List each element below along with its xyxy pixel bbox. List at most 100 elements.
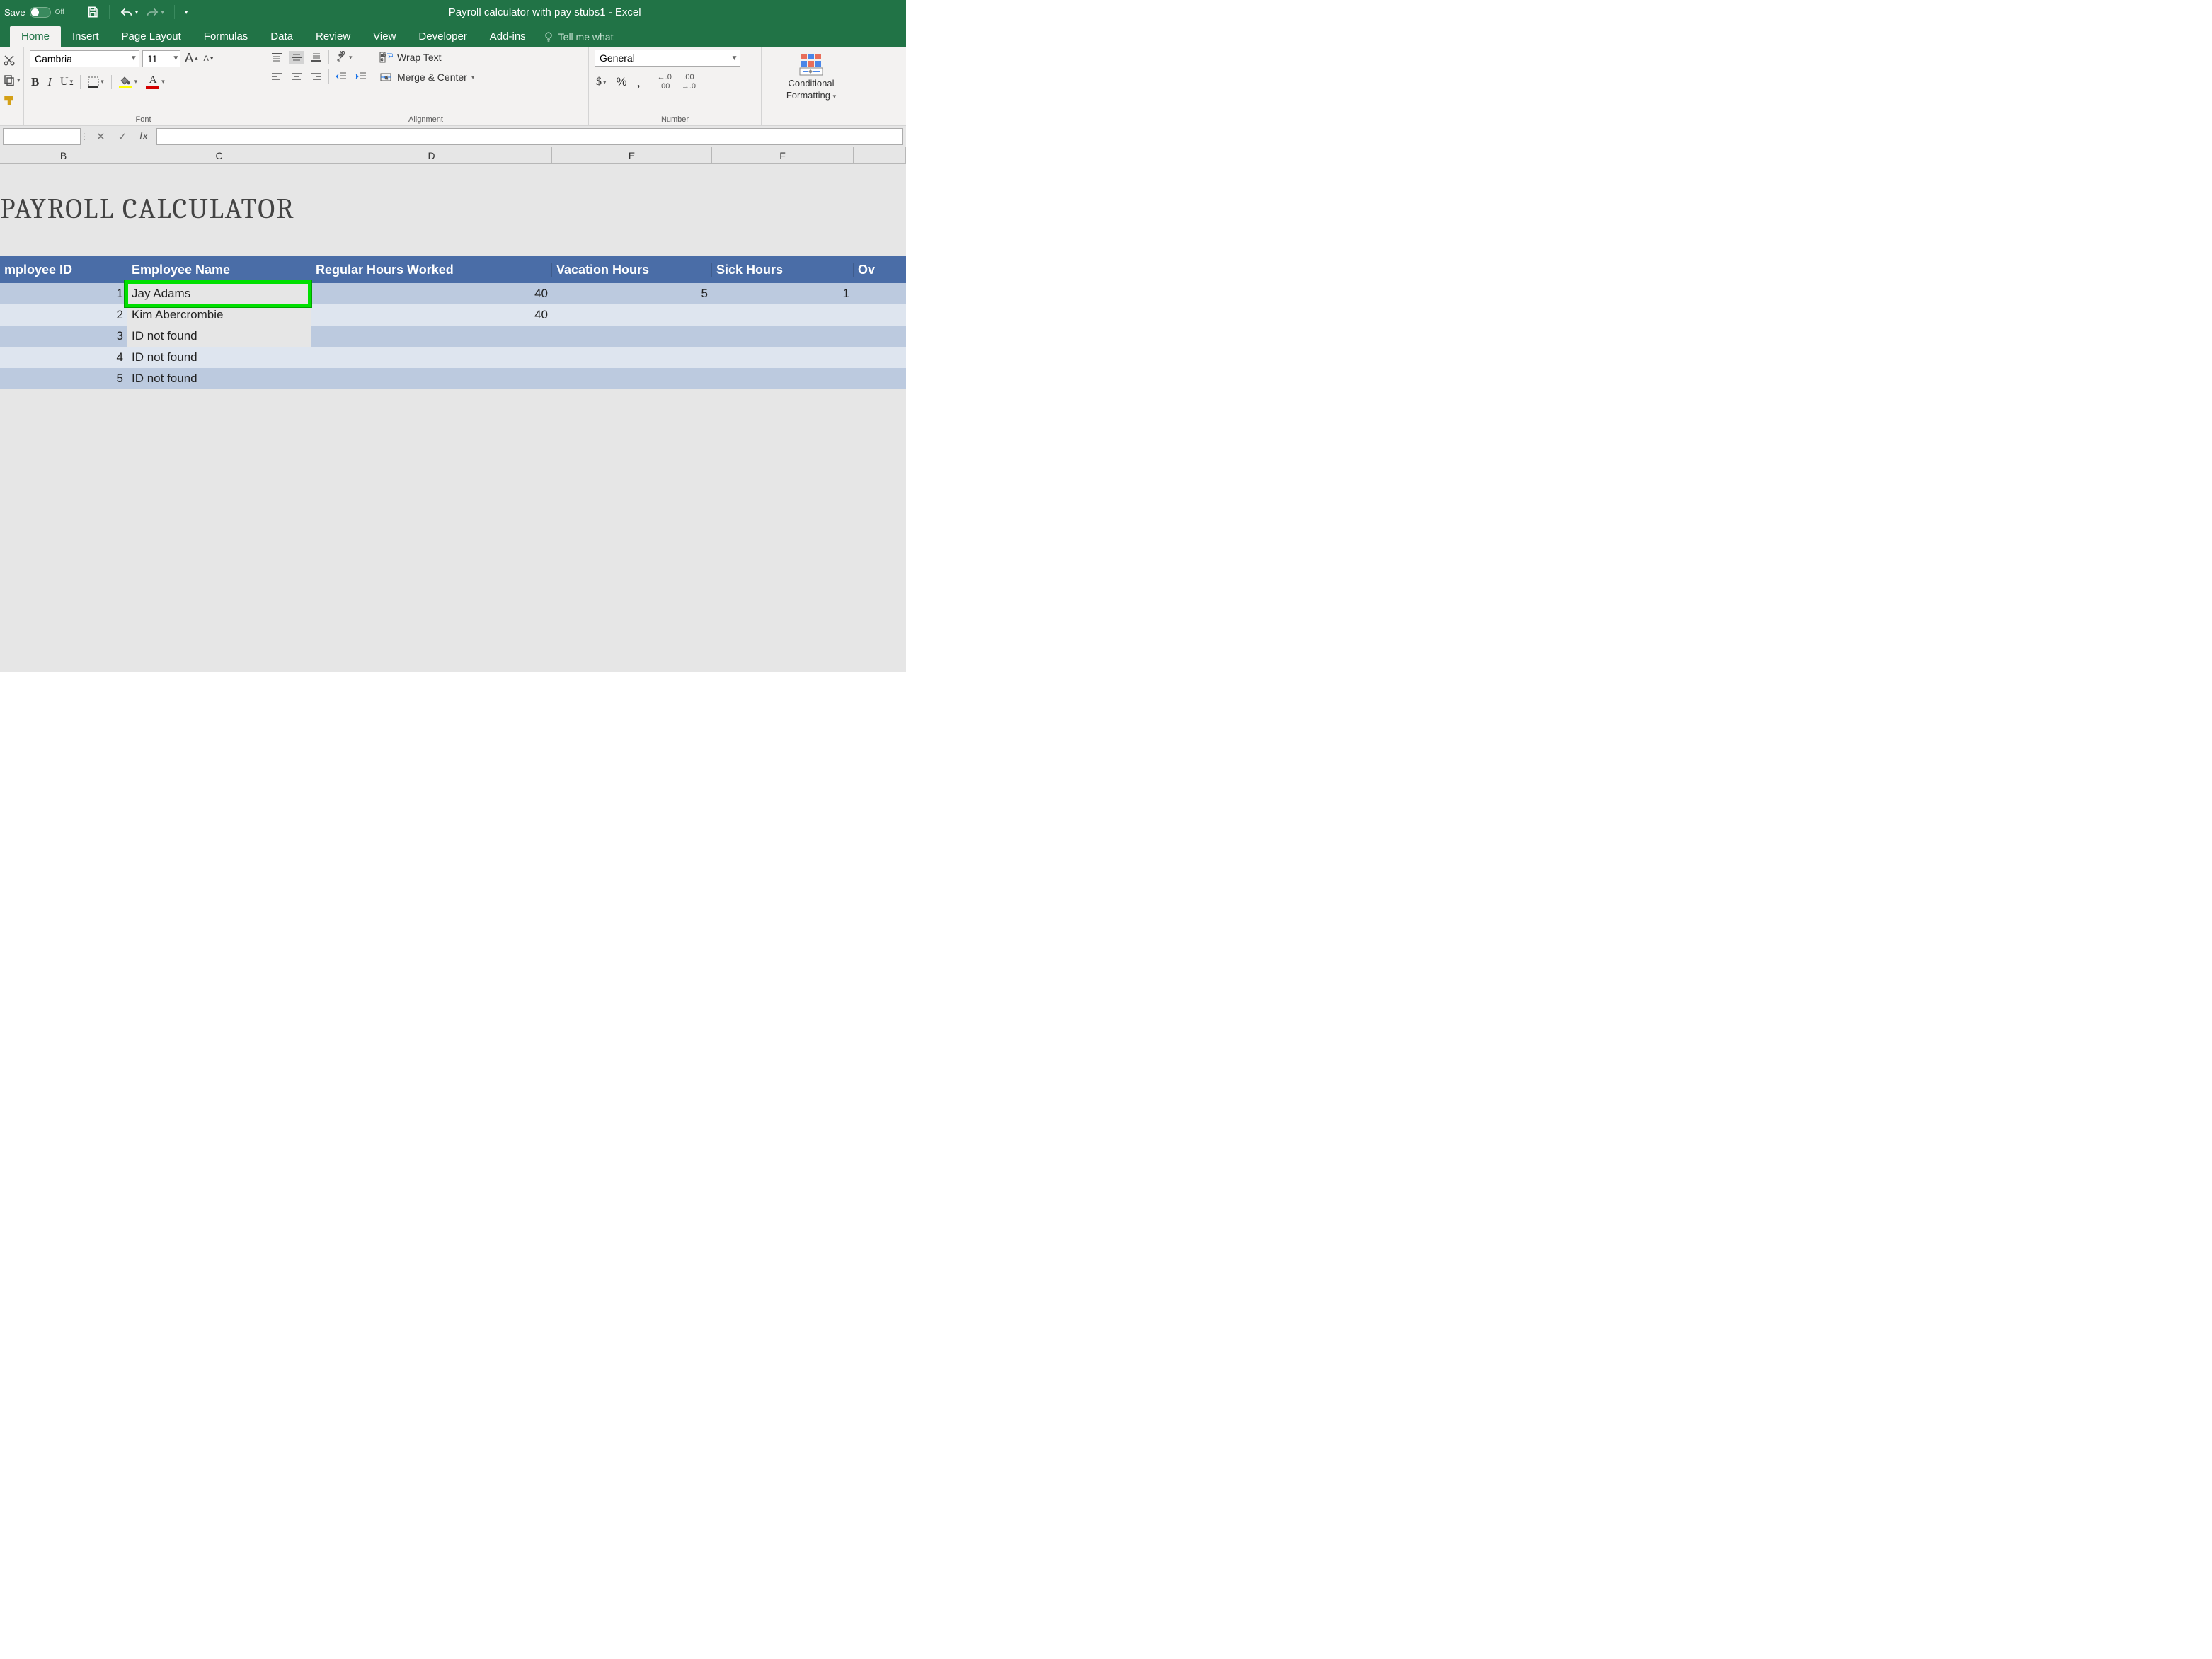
tab-add-ins[interactable]: Add-ins: [478, 26, 537, 47]
cell-employee-name[interactable]: Kim Abercrombie: [127, 304, 311, 326]
tab-page-layout[interactable]: Page Layout: [110, 26, 193, 47]
cell-sick-hours[interactable]: [712, 368, 854, 389]
tab-view[interactable]: View: [362, 26, 407, 47]
cell-sick-hours[interactable]: [712, 326, 854, 347]
accounting-format-button[interactable]: $ ▾: [595, 74, 608, 90]
cut-button[interactable]: [1, 52, 17, 68]
borders-button[interactable]: ▾: [86, 75, 105, 89]
cell-employee-name[interactable]: Jay Adams: [127, 283, 311, 304]
redo-button[interactable]: ▾: [145, 6, 164, 18]
cell-overtime[interactable]: [854, 304, 906, 326]
align-center-button[interactable]: [289, 70, 304, 83]
cell-employee-id[interactable]: 1: [0, 283, 127, 304]
decrease-decimal-button[interactable]: .00→.0: [680, 72, 697, 92]
number-format-input[interactable]: [595, 52, 729, 64]
tab-data[interactable]: Data: [259, 26, 304, 47]
col-header-employee-name[interactable]: Employee Name: [127, 263, 311, 277]
cell-employee-id[interactable]: 4: [0, 347, 127, 368]
table-row[interactable]: 5 ID not found: [0, 368, 906, 389]
tab-home[interactable]: Home: [10, 26, 61, 47]
format-painter-button[interactable]: [1, 92, 17, 109]
worksheet[interactable]: PAYROLL CALCULATOR mployee ID Employee N…: [0, 164, 906, 672]
increase-font-size-button[interactable]: A▴: [183, 50, 200, 67]
cell-employee-name[interactable]: ID not found: [127, 326, 311, 347]
font-size-combo[interactable]: ▼: [142, 50, 180, 67]
cancel-formula-button[interactable]: ✕: [95, 129, 107, 144]
col-header-employee-id[interactable]: mployee ID: [0, 263, 127, 277]
col-header-g[interactable]: [854, 147, 906, 163]
cell-regular-hours[interactable]: 40: [311, 304, 552, 326]
fill-color-button[interactable]: ▾: [118, 74, 139, 90]
wrap-text-button[interactable]: abc Wrap Text: [377, 50, 476, 65]
decrease-font-size-button[interactable]: A▾: [202, 53, 215, 64]
percent-format-button[interactable]: %: [615, 74, 629, 91]
increase-decimal-button[interactable]: ←.0.00: [656, 72, 673, 92]
tab-insert[interactable]: Insert: [61, 26, 110, 47]
col-header-d[interactable]: D: [311, 147, 552, 163]
cell-employee-name[interactable]: ID not found: [127, 368, 311, 389]
table-row[interactable]: 4 ID not found: [0, 347, 906, 368]
align-right-button[interactable]: [309, 70, 324, 83]
cell-vacation-hours[interactable]: [552, 368, 712, 389]
undo-button[interactable]: ▾: [120, 6, 139, 18]
font-size-input[interactable]: [143, 53, 172, 64]
enter-formula-button[interactable]: ✓: [117, 129, 129, 144]
cell-employee-name[interactable]: ID not found: [127, 347, 311, 368]
tab-formulas[interactable]: Formulas: [193, 26, 260, 47]
column-headers[interactable]: B C D E F: [0, 147, 906, 164]
cell-vacation-hours[interactable]: [552, 347, 712, 368]
underline-button[interactable]: U ▾: [59, 74, 74, 90]
cell-employee-id[interactable]: 3: [0, 326, 127, 347]
merge-center-button[interactable]: a Merge & Center ▾: [377, 69, 476, 85]
copy-button[interactable]: ▾: [1, 72, 22, 88]
cell-sick-hours[interactable]: [712, 304, 854, 326]
italic-button[interactable]: I: [46, 74, 53, 91]
cell-overtime[interactable]: [854, 283, 906, 304]
cell-regular-hours[interactable]: [311, 368, 552, 389]
name-box[interactable]: [3, 128, 81, 145]
cell-regular-hours[interactable]: [311, 347, 552, 368]
cell-vacation-hours[interactable]: 5: [552, 283, 712, 304]
col-header-overtime[interactable]: Ov: [854, 263, 906, 277]
conditional-formatting-button[interactable]: Conditional Formatting ▾: [785, 50, 837, 102]
cell-employee-id[interactable]: 2: [0, 304, 127, 326]
col-header-b[interactable]: B: [0, 147, 127, 163]
align-middle-button[interactable]: [289, 51, 304, 64]
cell-regular-hours[interactable]: 40: [311, 283, 552, 304]
col-header-f[interactable]: F: [712, 147, 854, 163]
font-name-input[interactable]: [30, 53, 129, 64]
increase-indent-button[interactable]: [353, 69, 369, 84]
cell-overtime[interactable]: [854, 347, 906, 368]
insert-function-button[interactable]: fx: [138, 129, 149, 144]
formula-input[interactable]: [156, 128, 903, 145]
cell-vacation-hours[interactable]: [552, 326, 712, 347]
col-header-sick-hours[interactable]: Sick Hours: [712, 263, 854, 277]
tab-developer[interactable]: Developer: [407, 26, 478, 47]
col-header-c[interactable]: C: [127, 147, 311, 163]
tab-review[interactable]: Review: [304, 26, 362, 47]
table-row[interactable]: 2 Kim Abercrombie 40: [0, 304, 906, 326]
cell-regular-hours[interactable]: [311, 326, 552, 347]
col-header-vacation-hours[interactable]: Vacation Hours: [552, 263, 712, 277]
tell-me-search[interactable]: Tell me what: [537, 27, 619, 47]
table-row[interactable]: 3 ID not found: [0, 326, 906, 347]
font-name-combo[interactable]: ▼: [30, 50, 139, 67]
col-header-e[interactable]: E: [552, 147, 712, 163]
font-color-button[interactable]: A ▾: [144, 73, 166, 91]
align-bottom-button[interactable]: [309, 51, 324, 64]
align-left-button[interactable]: [269, 70, 285, 83]
bold-button[interactable]: B: [30, 74, 40, 91]
save-button[interactable]: [86, 6, 99, 18]
cell-overtime[interactable]: [854, 368, 906, 389]
comma-format-button[interactable]: ,: [636, 73, 642, 92]
autosave-toggle[interactable]: Save Off: [4, 7, 64, 18]
decrease-indent-button[interactable]: [333, 69, 349, 84]
number-format-combo[interactable]: ▼: [595, 50, 740, 67]
cell-employee-id[interactable]: 5: [0, 368, 127, 389]
cell-vacation-hours[interactable]: [552, 304, 712, 326]
cell-sick-hours[interactable]: 1: [712, 283, 854, 304]
cell-overtime[interactable]: [854, 326, 906, 347]
cell-sick-hours[interactable]: [712, 347, 854, 368]
align-top-button[interactable]: [269, 51, 285, 64]
orientation-button[interactable]: ab▾: [333, 50, 354, 65]
